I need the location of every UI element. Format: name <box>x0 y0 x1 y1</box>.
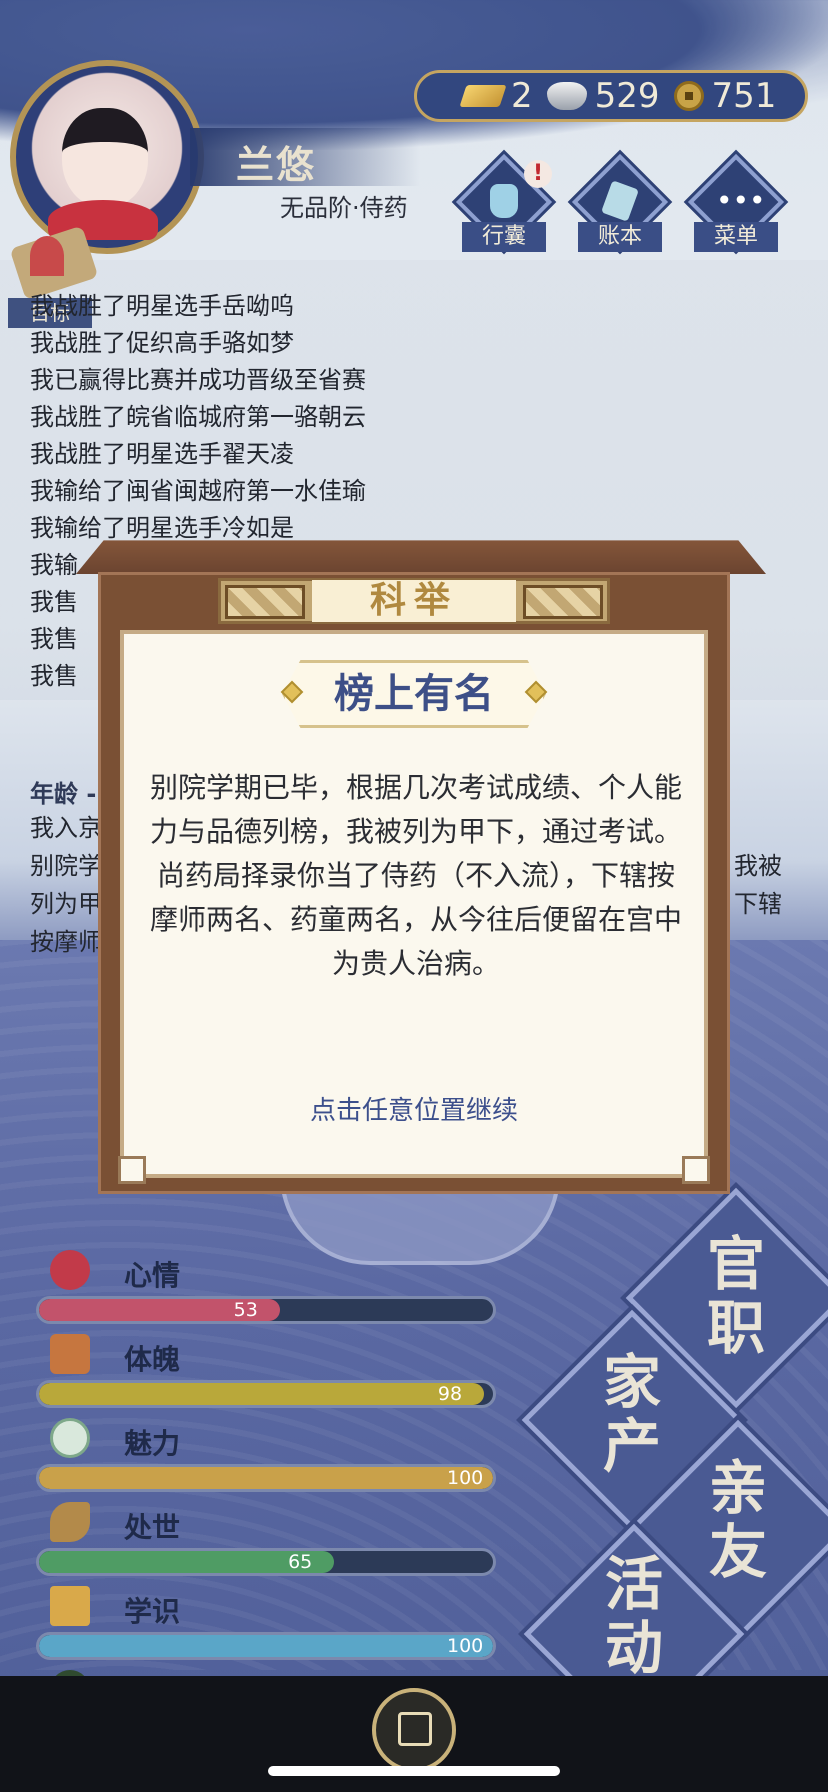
stat-conduct[interactable]: 处世 65 <box>36 1502 496 1586</box>
bio-line: 我入京 <box>30 814 102 842</box>
log-entry: 我战胜了明星选手岳呦呜 <box>30 292 294 320</box>
stat-label: 心情 <box>124 1259 181 1292</box>
stat-mood[interactable]: 心情 53 <box>36 1250 496 1334</box>
modal-category: 科举 <box>312 580 516 622</box>
activity-label: 活动 <box>604 1550 663 1682</box>
stat-knowledge[interactable]: 学识 100 <box>36 1586 496 1670</box>
stat-label: 处世 <box>124 1511 181 1544</box>
office-label: 官职 <box>706 1230 765 1362</box>
modal-body-text: 别院学期已毕，根据几次考试成绩、个人能力与品德列榜，我被列为甲下，通过考试。尚药… <box>149 771 682 980</box>
flower-icon <box>50 1250 90 1290</box>
bio-line: 按摩师 <box>30 928 102 956</box>
corner-ornament <box>118 1156 146 1184</box>
fan-icon <box>30 236 64 276</box>
log-entry: 我战胜了皖省临城府第一骆朝云 <box>30 403 366 431</box>
stat-bar: 98 <box>36 1380 496 1408</box>
stat-label: 魅力 <box>124 1427 181 1460</box>
age-heading: 年龄 - <box>30 780 97 808</box>
bio-line: 我被 <box>734 852 782 880</box>
bag-icon <box>490 184 518 218</box>
stat-physique[interactable]: 体魄 98 <box>36 1334 496 1418</box>
log-entry: 我输给了闽省闽越府第一水佳瑜 <box>30 477 366 505</box>
relatives-label: 亲友 <box>708 1454 767 1586</box>
corner-ornament <box>682 1156 710 1184</box>
gold-ingot-icon <box>459 85 507 107</box>
jade-icon <box>50 1418 90 1458</box>
silver-ingot-icon <box>546 82 587 110</box>
continue-hint[interactable]: 点击任意位置继续 <box>120 1090 708 1127</box>
lattice-ornament <box>523 585 603 619</box>
bag-label: 行囊 <box>462 222 546 252</box>
modal-heading: 榜上有名 <box>334 671 494 717</box>
copper-coin-icon <box>673 81 704 111</box>
silver-amount: 529 <box>594 76 660 116</box>
ledger-label: 账本 <box>578 222 662 252</box>
currency-bar: 2 529 751 <box>414 70 808 122</box>
stat-bar-fill <box>39 1635 493 1657</box>
menu-label: 菜单 <box>694 222 778 252</box>
stat-bar: 65 <box>36 1548 496 1576</box>
vase-icon <box>50 1334 90 1374</box>
stat-value: 65 <box>288 1551 313 1573</box>
stat-bar-fill <box>39 1467 493 1489</box>
ledger-button[interactable]: 账本 <box>571 153 669 256</box>
log-entry: 我战胜了明星选手翟天凌 <box>30 440 294 468</box>
stat-value: 98 <box>437 1383 463 1405</box>
share-button[interactable] <box>372 1688 456 1772</box>
stat-bar: 100 <box>36 1464 496 1492</box>
stat-value: 100 <box>447 1635 484 1657</box>
player-rank: 无品阶·侍药 <box>280 194 408 222</box>
stat-label: 体魄 <box>124 1343 181 1376</box>
log-entry: 我已赢得比赛并成功晋级至省赛 <box>30 366 366 394</box>
estate-label: 家产 <box>602 1348 661 1480</box>
bio-line: 列为甲 <box>30 890 102 918</box>
bio-line: 下辖 <box>734 890 782 918</box>
log-entry: 我战胜了促织高手骆如梦 <box>30 329 294 357</box>
bio-line: 别院学 <box>30 852 102 880</box>
player-name: 兰悠 <box>236 143 317 187</box>
shoes-icon <box>50 1502 90 1542</box>
gold-amount: 2 <box>511 76 533 116</box>
bag-button[interactable]: ! 行囊 <box>455 153 553 256</box>
stat-bar-fill <box>39 1383 484 1405</box>
alert-icon: ! <box>524 160 552 188</box>
menu-button[interactable]: ••• 菜单 <box>687 153 785 256</box>
avatar-face <box>62 108 148 208</box>
brush-holder-icon <box>50 1586 90 1626</box>
lattice-ornament <box>225 585 305 619</box>
home-indicator[interactable] <box>268 1766 560 1776</box>
stat-value: 100 <box>447 1467 484 1489</box>
stat-bar: 53 <box>36 1296 496 1324</box>
stat-value: 53 <box>233 1299 258 1321</box>
stat-bar: 100 <box>36 1632 496 1660</box>
more-dots-icon: ••• <box>716 184 766 217</box>
stat-label: 学识 <box>124 1595 181 1628</box>
copper-amount: 751 <box>711 76 777 116</box>
share-icon <box>398 1712 432 1746</box>
stat-charm[interactable]: 魅力 100 <box>36 1418 496 1502</box>
